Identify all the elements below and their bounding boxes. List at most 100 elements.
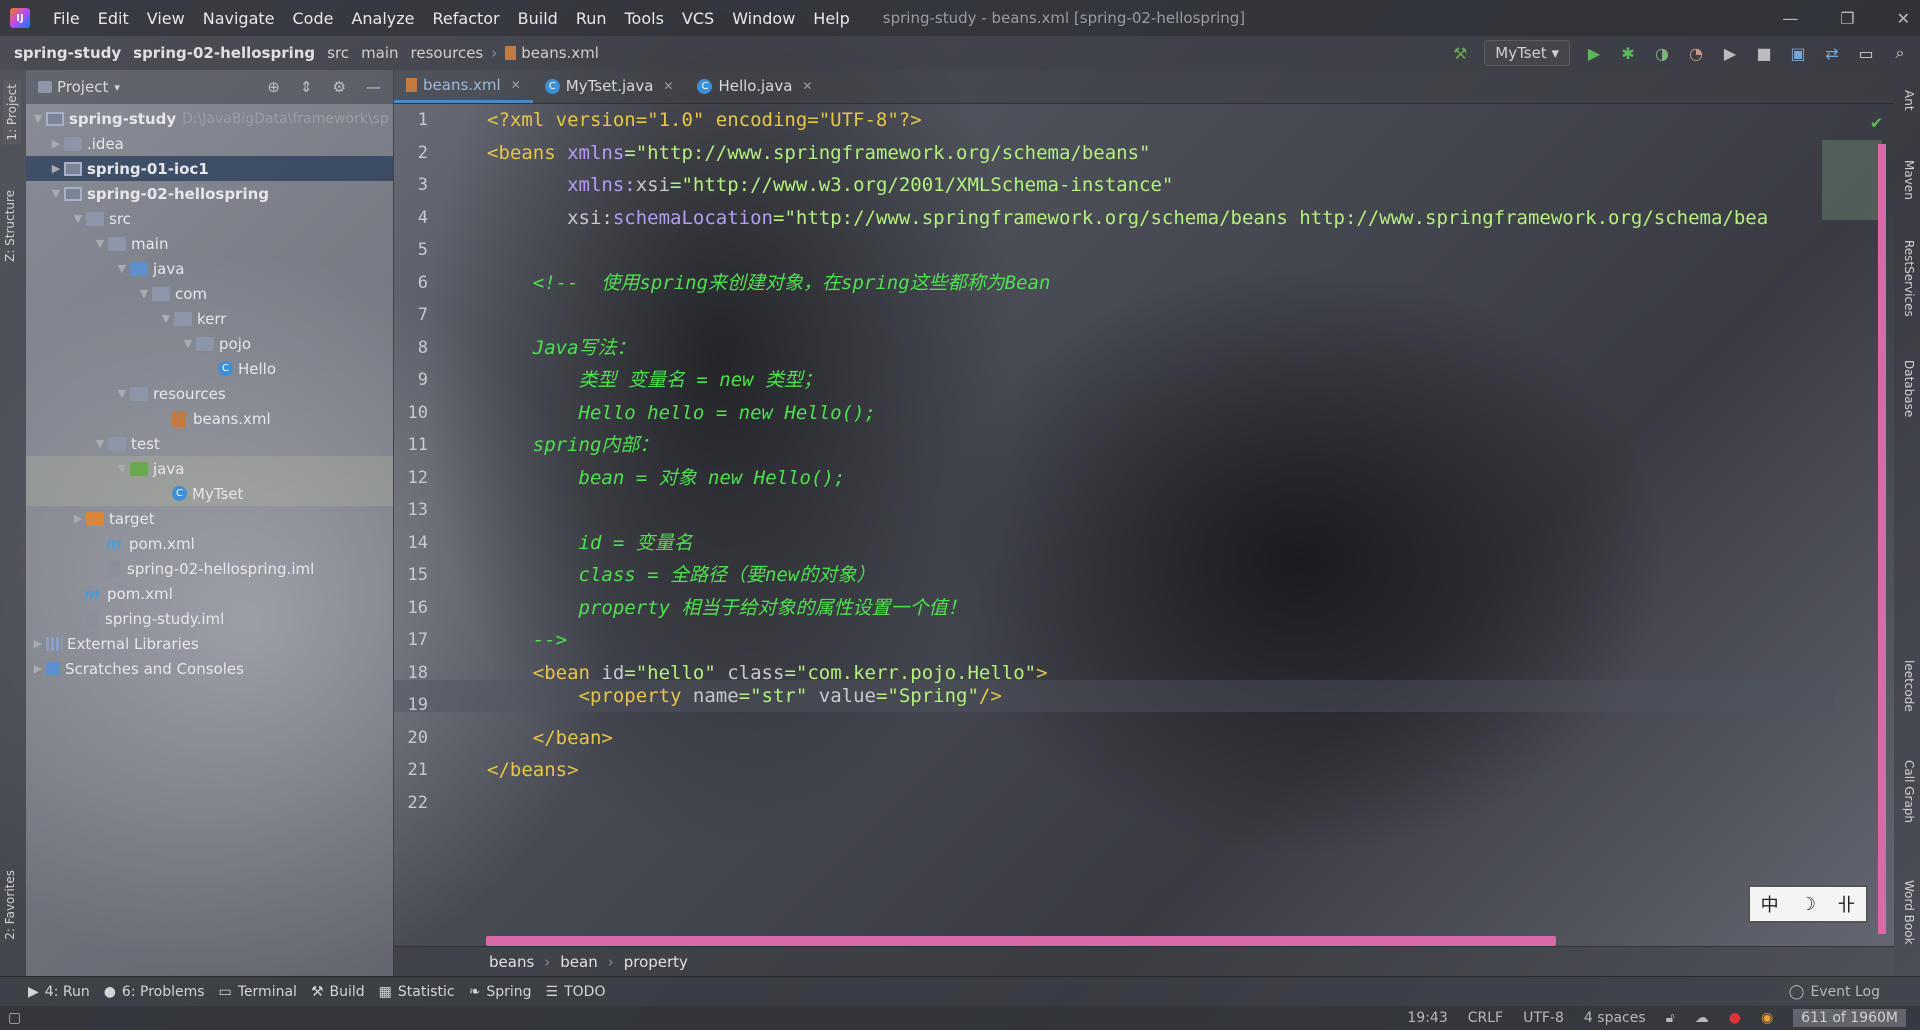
chevron-down-icon[interactable]: ▼	[158, 312, 174, 325]
chevron-down-icon[interactable]: ▼	[92, 237, 108, 250]
tree-node-resources[interactable]: ▼ resources	[26, 381, 393, 406]
tree-node-module-iml[interactable]: spring-02-hellospring.iml	[26, 556, 393, 581]
toggle-tool-windows-icon[interactable]: ▢	[8, 1010, 21, 1026]
tree-node-src[interactable]: ▼ src	[26, 206, 393, 231]
menu-edit[interactable]: Edit	[89, 9, 138, 28]
close-icon[interactable]: ✕	[511, 78, 521, 92]
chevron-down-icon[interactable]: ▼	[114, 387, 130, 400]
menu-refactor[interactable]: Refactor	[424, 9, 509, 28]
menu-navigate[interactable]: Navigate	[194, 9, 284, 28]
menu-file[interactable]: File	[44, 9, 89, 28]
menu-vcs[interactable]: VCS	[673, 9, 723, 28]
breadcrumb-bean[interactable]: bean	[560, 953, 597, 971]
tree-node-spring-01-ioc1[interactable]: ▶ spring-01-ioc1	[26, 156, 393, 181]
close-window-icon[interactable]: ✕	[1897, 9, 1910, 28]
code-editor[interactable]: 1 2 3 4 5 6 7 8 9 10 11 12 13 14 15 16 1…	[394, 104, 1894, 946]
tab-mytset-java[interactable]: C MyTset.java ✕	[533, 69, 686, 103]
chevron-down-icon[interactable]: ▼	[48, 187, 64, 200]
chevron-down-icon[interactable]: ▼	[136, 287, 152, 300]
tool-spring[interactable]: ❧ Spring	[469, 984, 546, 1000]
error-icon[interactable]: ●	[1729, 1010, 1741, 1026]
nav-crumb-resources[interactable]: resources	[405, 44, 490, 62]
ant-tool-tab[interactable]: Ant	[1902, 90, 1916, 111]
project-tool-tab[interactable]: 1: Project	[3, 80, 21, 145]
moon-icon[interactable]: ☽	[1800, 894, 1816, 915]
chevron-right-icon[interactable]: ▶	[48, 162, 64, 175]
minimize-icon[interactable]: —	[1782, 9, 1798, 28]
nav-crumb-file[interactable]: beans.xml	[499, 44, 605, 62]
lock-icon[interactable]: 🔓︎	[1666, 1010, 1675, 1026]
horizontal-scrollbar[interactable]	[486, 936, 1556, 946]
vertical-scrollbar[interactable]	[1878, 144, 1886, 934]
chevron-down-icon[interactable]: ▼	[180, 337, 196, 350]
locate-icon[interactable]: ⊕	[267, 78, 280, 96]
chevron-right-icon[interactable]: ▶	[30, 662, 46, 675]
tree-node-external-libraries[interactable]: ▶ External Libraries	[26, 631, 393, 656]
tool-todo[interactable]: ☰ TODO	[546, 984, 620, 1000]
menu-help[interactable]: Help	[804, 9, 858, 28]
menu-run[interactable]: Run	[567, 9, 616, 28]
cloud-icon[interactable]: ☁	[1695, 1010, 1709, 1026]
tool-build[interactable]: ⚒ Build	[311, 984, 379, 1000]
code-minimap[interactable]	[1822, 140, 1882, 220]
chevron-down-icon[interactable]: ▼	[70, 212, 86, 225]
gear-icon[interactable]: ⚙	[333, 78, 346, 96]
restservices-tool-tab[interactable]: RestServices	[1902, 240, 1916, 317]
close-icon[interactable]: ✕	[663, 79, 673, 93]
tree-node-pojo[interactable]: ▼ pojo	[26, 331, 393, 356]
tree-node-idea[interactable]: ▶ .idea	[26, 131, 393, 156]
tool-problems[interactable]: ● 6: Problems	[104, 984, 219, 1000]
structure-tool-tab[interactable]: Z: Structure	[3, 190, 17, 262]
call-graph-tool-tab[interactable]: Call Graph	[1902, 760, 1916, 823]
tool-event-log[interactable]: ◯ Event Log	[1789, 984, 1920, 1000]
breadcrumb-property[interactable]: property	[624, 953, 688, 971]
run-configuration-select[interactable]: MyTset ▾	[1484, 40, 1570, 66]
project-structure-icon[interactable]: ▣	[1788, 43, 1808, 63]
tree-node-kerr[interactable]: ▼ kerr	[26, 306, 393, 331]
tree-node-com[interactable]: ▼ com	[26, 281, 393, 306]
nav-crumb-src[interactable]: src	[321, 44, 355, 62]
tree-node-root-pom[interactable]: m pom.xml	[26, 581, 393, 606]
chevron-down-icon[interactable]: ▼	[92, 437, 108, 450]
tool-run[interactable]: ▶ 4: Run	[0, 984, 104, 1000]
tab-hello-java[interactable]: C Hello.java ✕	[685, 69, 824, 103]
maven-tool-tab[interactable]: Maven	[1902, 160, 1916, 200]
menu-build[interactable]: Build	[509, 9, 567, 28]
resume-icon[interactable]: ▶	[1720, 43, 1740, 63]
menu-analyze[interactable]: Analyze	[342, 9, 423, 28]
menu-view[interactable]: View	[138, 9, 194, 28]
run-icon[interactable]: ▶	[1584, 43, 1604, 63]
chevron-down-icon[interactable]: ▼	[30, 112, 46, 125]
menu-window[interactable]: Window	[723, 9, 804, 28]
ime-chinese-mode[interactable]: 中	[1761, 891, 1779, 917]
database-tool-tab[interactable]: Database	[1902, 360, 1916, 417]
ime-indicator[interactable]: 中 ☽ 卝	[1748, 885, 1868, 923]
line-separator[interactable]: CRLF	[1468, 1010, 1503, 1026]
breadcrumb-beans[interactable]: beans	[489, 953, 534, 971]
file-encoding[interactable]: UTF-8	[1523, 1010, 1564, 1026]
coverage-icon[interactable]: ◑	[1652, 43, 1672, 63]
chevron-down-icon[interactable]: ▼	[114, 462, 130, 475]
chevron-right-icon[interactable]: ▶	[70, 512, 86, 525]
hammer-icon[interactable]: ⚒	[1450, 43, 1470, 63]
tree-node-target[interactable]: ▶ target	[26, 506, 393, 531]
tree-node-java[interactable]: ▼ java	[26, 256, 393, 281]
collapse-all-icon[interactable]: ⇕	[300, 78, 313, 96]
translate-icon[interactable]: ⇄	[1822, 43, 1842, 63]
profile-icon[interactable]: ◔	[1686, 43, 1706, 63]
nav-crumb-main[interactable]: main	[355, 44, 404, 62]
tool-terminal[interactable]: ▭ Terminal	[219, 984, 311, 1000]
nav-crumb-module[interactable]: spring-02-hellospring	[127, 44, 321, 62]
tree-node-scratches[interactable]: ▶ Scratches and Consoles	[26, 656, 393, 681]
debug-icon[interactable]: ✱	[1618, 43, 1638, 63]
tree-node-spring-study[interactable]: ▼ spring-study D:\JavaBigData\framework\…	[26, 106, 393, 131]
tab-beans-xml[interactable]: beans.xml ✕	[394, 69, 533, 103]
menu-tools[interactable]: Tools	[616, 9, 673, 28]
restore-icon[interactable]: ❐	[1840, 9, 1854, 28]
ime-symbol-mode[interactable]: 卝	[1837, 891, 1855, 917]
stop-icon[interactable]: ■	[1754, 43, 1774, 63]
project-panel-title[interactable]: Project	[57, 78, 108, 96]
tool-statistic[interactable]: ▦ Statistic	[379, 984, 469, 1000]
memory-indicator[interactable]: 611 of 1960M	[1793, 1009, 1906, 1027]
favorites-tool-tab[interactable]: 2: Favorites	[3, 870, 17, 940]
